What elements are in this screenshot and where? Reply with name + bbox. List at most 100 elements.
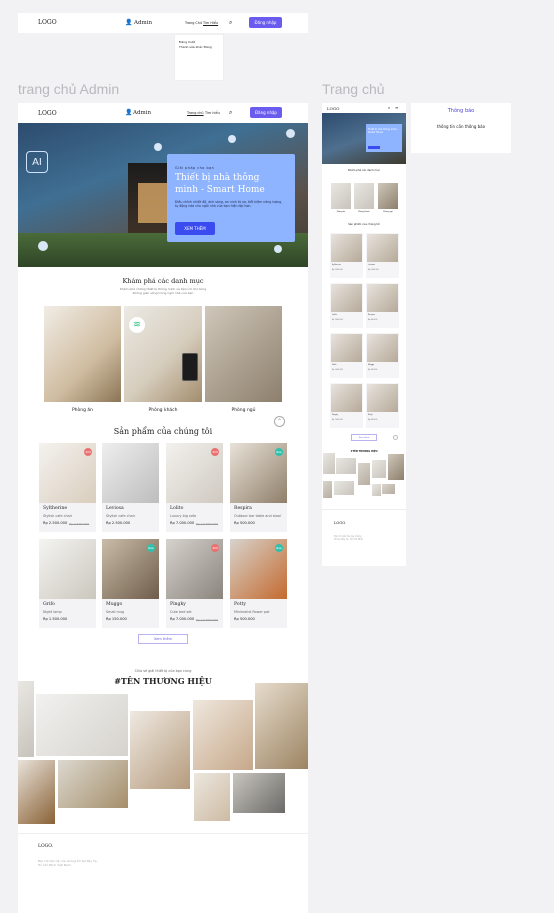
user-product-card[interactable]: Syltherine Rp 2.500.000 xyxy=(330,233,363,278)
product-desc: Stylish cafe chair xyxy=(106,514,136,518)
user-footer-divider xyxy=(322,509,406,510)
gallery-image-1 xyxy=(18,681,34,757)
user-product-card[interactable]: Leviosa Rp 2.500.000 xyxy=(366,233,399,278)
top-user-icon: 👤 xyxy=(125,19,133,26)
user-product-card[interactable]: Lolito Rp 7.000.000 xyxy=(330,283,363,328)
hero-eyebrow: Giải pháp cho bạn xyxy=(175,166,215,170)
user-product-card[interactable]: Grifo Rp 1.500.000 xyxy=(330,333,363,378)
user-search-icon[interactable]: ⌕ xyxy=(388,105,390,110)
product-name: Pingky xyxy=(170,602,186,607)
product-card[interactable]: New Respira Outdoor bar table and stool Rp … xyxy=(230,443,287,532)
user-product-image[interactable] xyxy=(331,234,362,262)
top-register-button[interactable]: Đăng nhập xyxy=(249,17,282,28)
user-cat-1[interactable] xyxy=(331,183,351,209)
user-product-image[interactable] xyxy=(367,384,398,412)
gallery-image-3 xyxy=(130,711,190,789)
hero-cta-button[interactable]: XEM THÊM xyxy=(175,222,215,235)
products-more-button[interactable]: Xem thêm xyxy=(138,634,188,644)
user-product-name: Pingky xyxy=(332,414,338,416)
product-price: Rp 7.000.000 xyxy=(170,617,195,621)
category-label-bedroom[interactable]: Phòng ngủ xyxy=(205,408,282,413)
user-cat-3[interactable] xyxy=(378,183,398,209)
user-hero-cta[interactable] xyxy=(368,146,380,149)
scroll-up-icon[interactable]: ⌃ xyxy=(274,416,285,427)
user-more-button[interactable]: Xem thêm xyxy=(351,434,377,441)
admin-register-button[interactable]: Đăng nhập xyxy=(250,107,282,118)
category-label-living[interactable]: Phòng khách xyxy=(124,408,202,413)
user-product-card[interactable]: Respira Rp 500.000 xyxy=(366,283,399,328)
product-price: Rp 7.000.000 xyxy=(170,521,195,525)
product-badge: New xyxy=(275,544,283,552)
top-admin-label[interactable]: Admin xyxy=(134,20,152,26)
product-badge: -50% xyxy=(211,448,219,456)
product-card[interactable]: -30% Syltherine Stylish cafe chair Rp 2.500… xyxy=(39,443,96,532)
hero-node-2 xyxy=(228,135,236,143)
gallery-image-2 xyxy=(36,694,128,756)
product-card[interactable]: Leviosa Stylish cafe chair Rp 2.500.000 xyxy=(102,443,159,532)
admin-logo[interactable]: LOGO xyxy=(38,110,57,117)
user-product-card[interactable]: Pingky Rp 7.000.000 xyxy=(330,383,363,428)
notification-panel: Thông báo thông tin cần thông báo xyxy=(411,103,511,153)
user-product-image[interactable] xyxy=(331,384,362,412)
user-product-card[interactable]: Potty Rp 500.000 xyxy=(366,383,399,428)
category-dining-image[interactable] xyxy=(44,306,121,402)
user-product-image[interactable] xyxy=(367,234,398,262)
user-hero-card: Thiết bị nhà thông minh - Smart Home xyxy=(366,124,402,152)
product-old-price: Rp 3.500.000 xyxy=(69,521,90,526)
user-menu-icon[interactable]: ≡ xyxy=(395,105,398,110)
dropdown-item-other[interactable]: Thanh sửa khác Đăng xyxy=(179,45,212,49)
product-image[interactable] xyxy=(102,443,159,503)
hero-card: Giải pháp cho bạn Thiết bị nhà thông min… xyxy=(167,154,295,242)
user-product-image[interactable] xyxy=(367,334,398,362)
product-desc: Cute bed set xyxy=(170,610,192,614)
product-card[interactable]: New Potty Minimalist flower pot Rp 500.000 xyxy=(230,539,287,628)
user-product-price: Rp 7.000.000 xyxy=(332,320,343,321)
product-badge: -50% xyxy=(211,544,219,552)
gallery-image-5 xyxy=(255,683,308,769)
user-cat-2[interactable] xyxy=(354,183,374,209)
top-logo[interactable]: LOGO xyxy=(38,19,57,26)
product-name: Respira xyxy=(234,506,252,511)
user-cat-label-1[interactable]: Phòng ăn xyxy=(331,211,351,213)
user-product-image[interactable] xyxy=(331,334,362,362)
product-price: Rp 500.000 xyxy=(234,521,255,525)
product-badge: -30% xyxy=(84,448,92,456)
user-product-name: Lolito xyxy=(332,314,337,316)
product-desc: Minimalist flower pot xyxy=(234,610,270,614)
admin-nav-home[interactable]: Trang chủ xyxy=(187,111,204,115)
user-gallery-6 xyxy=(323,481,332,498)
user-product-price: Rp 1.500.000 xyxy=(332,370,343,371)
user-cat-label-2[interactable]: Phòng khách xyxy=(354,211,374,213)
product-card[interactable]: -50% Lolito Luxury big sofa Rp 7.000.000 Rp … xyxy=(166,443,223,532)
admin-label[interactable]: Admin xyxy=(133,110,151,116)
top-nav-home[interactable]: Trang Chủ xyxy=(185,21,202,25)
product-image[interactable] xyxy=(39,539,96,599)
user-gallery-7 xyxy=(334,481,354,495)
product-card[interactable]: -50% Pingky Cute bed set Rp 7.000.000 Rp 14.… xyxy=(166,539,223,628)
user-gallery-5 xyxy=(388,454,404,480)
user-product-price: Rp 2.500.000 xyxy=(368,270,379,271)
user-gallery-4 xyxy=(372,460,386,478)
user-cat-label-3[interactable]: Phòng ngủ xyxy=(378,211,398,213)
user-scroll-icon[interactable] xyxy=(393,435,398,440)
product-name: Potty xyxy=(234,602,246,607)
category-label-dining[interactable]: Phòng ăn xyxy=(44,408,121,413)
footer-logo[interactable]: LOGO. xyxy=(38,844,53,849)
top-nav-about[interactable]: Tìm Hiểu xyxy=(203,21,218,25)
product-price: Rp 2.500.000 xyxy=(43,521,68,525)
product-desc: Night lamp xyxy=(43,610,62,614)
product-card[interactable]: New Muggo Small mug Rp 150.000 xyxy=(102,539,159,628)
user-product-image[interactable] xyxy=(367,284,398,312)
admin-nav-about[interactable]: Tìm hiểu xyxy=(205,111,220,115)
user-product-image[interactable] xyxy=(331,284,362,312)
admin-search-icon[interactable]: ⌕ xyxy=(229,109,232,117)
product-card[interactable]: Grifo Night lamp Rp 1.500.000 xyxy=(39,539,96,628)
user-footer-logo[interactable]: LOGO. xyxy=(334,521,346,525)
user-product-card[interactable]: Muggo Rp 150.000 xyxy=(366,333,399,378)
dropdown-item-logout[interactable]: Đăng Xuất xyxy=(179,40,195,44)
product-price: Rp 1.500.000 xyxy=(43,617,68,621)
top-search-icon[interactable]: ⌕ xyxy=(229,19,232,27)
user-logo[interactable]: LOGO xyxy=(327,106,339,111)
category-bedroom-image[interactable] xyxy=(205,306,282,402)
product-old-price: Rp 14.000.000 xyxy=(196,617,219,622)
